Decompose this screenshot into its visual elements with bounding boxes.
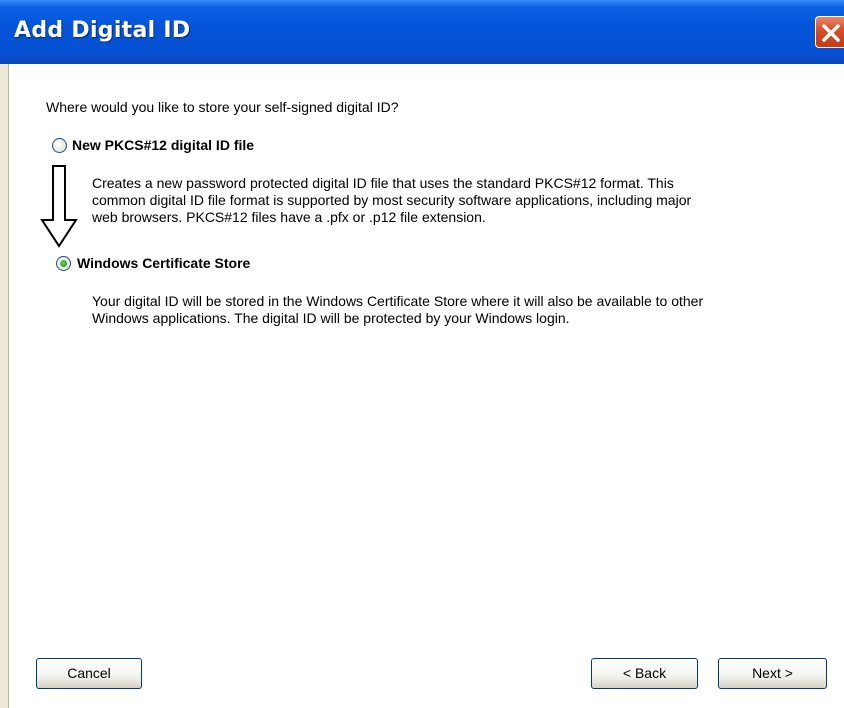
pkcs12-description-line: Creates a new password protected digital… — [92, 175, 674, 191]
next-button[interactable]: Next > — [718, 658, 827, 689]
down-arrow-icon — [40, 165, 78, 248]
close-button[interactable] — [815, 16, 844, 48]
pkcs12-description-line: common digital ID file format is support… — [92, 192, 692, 208]
radio-selected-dot — [60, 260, 67, 267]
close-icon — [822, 24, 840, 42]
dialog-content — [8, 64, 844, 708]
pkcs12-description-line: web browsers. PKCS#12 files have a .pfx … — [92, 209, 486, 225]
back-button[interactable]: < Back — [591, 658, 698, 689]
window-title: Add Digital ID — [14, 18, 191, 43]
windows-store-description-line: Your digital ID will be stored in the Wi… — [92, 293, 704, 309]
windows-store-option-label[interactable]: Windows Certificate Store — [77, 255, 250, 271]
windows-store-description-line: Windows applications. The digital ID wil… — [92, 310, 570, 326]
windows-store-description: Your digital ID will be stored in the Wi… — [92, 293, 703, 327]
pkcs12-option-label[interactable]: New PKCS#12 digital ID file — [72, 137, 254, 153]
title-bar[interactable]: Add Digital ID — [0, 0, 844, 64]
storage-prompt: Where would you like to store your self-… — [46, 99, 399, 115]
dialog-window: Add Digital ID Where would you like to s… — [0, 0, 844, 708]
windows-store-radio[interactable] — [56, 256, 71, 271]
pkcs12-radio[interactable] — [52, 138, 67, 153]
cancel-button[interactable]: Cancel — [36, 658, 142, 689]
pkcs12-description: Creates a new password protected digital… — [92, 175, 691, 226]
